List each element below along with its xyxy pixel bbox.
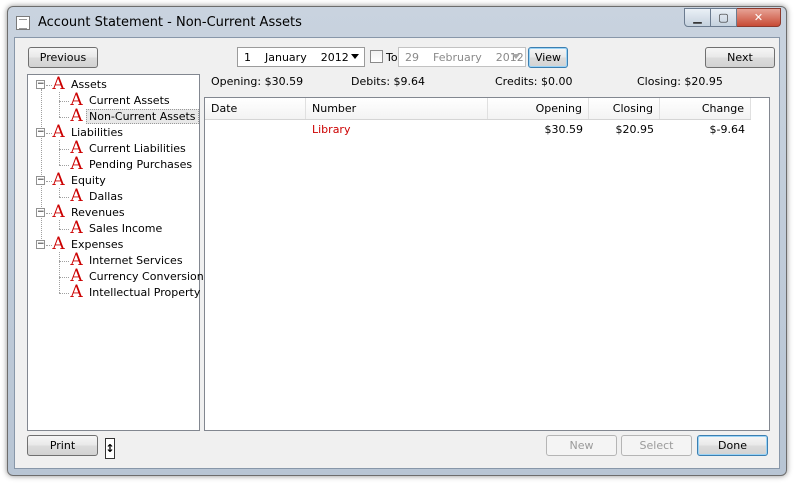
account-icon: A xyxy=(52,122,65,142)
maximize-icon: ▢ xyxy=(718,11,729,24)
select-button[interactable]: Select xyxy=(621,435,692,456)
maximize-button[interactable]: ▢ xyxy=(711,8,737,27)
print-button[interactable]: Print xyxy=(27,435,98,456)
view-button-label: View xyxy=(534,51,562,64)
from-year: 2012 xyxy=(320,50,349,64)
summary-credits: Credits: $0.00 xyxy=(495,75,573,88)
column-header-opening[interactable]: Opening xyxy=(488,98,589,119)
to-month: February xyxy=(433,50,482,64)
tree-item-sales-income[interactable]: A Sales Income xyxy=(70,218,162,238)
collapse-icon[interactable]: − xyxy=(36,80,45,89)
tree-item-current-assets[interactable]: A Current Assets xyxy=(70,92,169,109)
from-date-picker[interactable]: 1 January 2012 xyxy=(237,47,365,67)
cell-opening: $30.59 xyxy=(544,123,584,136)
account-icon: A xyxy=(52,170,65,190)
chevron-down-icon xyxy=(512,54,520,59)
to-date-checkbox[interactable] xyxy=(370,50,383,63)
to-day: 29 xyxy=(405,50,419,64)
column-header-change[interactable]: Change xyxy=(660,98,751,119)
sort-icon[interactable]: ↕ xyxy=(105,438,115,459)
from-day: 1 xyxy=(244,50,251,64)
previous-button-label: Previous xyxy=(39,51,87,64)
tree-item-non-current-assets[interactable]: A Non-Current Assets xyxy=(70,106,199,126)
minimize-button[interactable]: ▁ xyxy=(684,8,711,27)
transactions-table[interactable]: Date Number Opening Closing Change Libra… xyxy=(204,97,770,431)
caption-buttons: ▁ ▢ ✕ xyxy=(684,8,781,28)
new-button-label: New xyxy=(569,439,594,452)
cell-date xyxy=(205,121,306,139)
tree-item-currency-conversion[interactable]: A Currency Conversion xyxy=(70,268,203,285)
tree-item-revenues[interactable]: A Revenues xyxy=(52,202,124,222)
tree-item-intellectual-property[interactable]: A Intellectual Property xyxy=(70,282,200,302)
tree-item-dallas[interactable]: A Dallas xyxy=(70,186,122,206)
column-header-date[interactable]: Date xyxy=(205,98,306,119)
summary-opening: Opening: $30.59 xyxy=(211,75,304,88)
select-button-label: Select xyxy=(639,439,674,452)
next-button-label: Next xyxy=(727,51,753,64)
chevron-down-icon xyxy=(351,54,359,59)
account-statement-window: Account Statement - Non-Current Assets ▁… xyxy=(7,6,787,476)
tree-item-current-liabilities[interactable]: A Current Liabilities xyxy=(70,140,185,157)
collapse-icon[interactable]: − xyxy=(36,176,45,185)
close-button[interactable]: ✕ xyxy=(737,8,781,27)
window-title: Account Statement - Non-Current Assets xyxy=(38,15,302,30)
table-header: Date Number Opening Closing Change xyxy=(205,98,751,120)
next-button[interactable]: Next xyxy=(705,47,775,68)
title-bar[interactable]: Account Statement - Non-Current Assets ▁… xyxy=(8,7,786,37)
to-date-picker[interactable]: 29 February 2012 xyxy=(398,47,526,67)
minimize-icon: ▁ xyxy=(693,11,702,24)
account-icon: A xyxy=(52,202,65,222)
new-button[interactable]: New xyxy=(546,435,617,456)
previous-button[interactable]: Previous xyxy=(28,47,98,68)
print-button-label: Print xyxy=(49,439,76,452)
account-icon: A xyxy=(52,234,65,254)
account-icon: A xyxy=(70,186,83,206)
collapse-icon[interactable]: − xyxy=(36,128,45,137)
account-icon: A xyxy=(70,154,83,174)
account-icon: A xyxy=(70,218,83,238)
account-icon: A xyxy=(70,282,83,302)
table-row[interactable]: Library $30.59 $20.95 $-9.64 xyxy=(205,121,751,139)
tree-item-pending-purchases[interactable]: A Pending Purchases xyxy=(70,154,192,174)
cell-change: $-9.64 xyxy=(709,123,745,136)
tree-connector xyxy=(41,89,42,249)
cell-number-link[interactable]: Library xyxy=(306,121,488,139)
tree-item-liabilities[interactable]: A Liabilities xyxy=(52,122,123,142)
tree-item-internet-services[interactable]: A Internet Services xyxy=(70,252,182,269)
done-button-label: Done xyxy=(718,439,747,452)
tree-item-expenses[interactable]: A Expenses xyxy=(52,234,123,254)
view-button[interactable]: View xyxy=(528,47,568,68)
window-icon xyxy=(16,16,30,30)
column-header-number[interactable]: Number xyxy=(306,98,488,119)
summary-debits: Debits: $9.64 xyxy=(351,75,426,88)
done-button[interactable]: Done xyxy=(697,435,768,456)
collapse-icon[interactable]: − xyxy=(36,208,45,217)
to-label: To xyxy=(386,51,398,64)
account-icon: A xyxy=(70,106,83,126)
account-tree[interactable]: − A Assets A Current Assets A Non-Curren… xyxy=(27,74,204,431)
column-header-closing[interactable]: Closing xyxy=(589,98,660,119)
collapse-icon[interactable]: − xyxy=(36,240,45,249)
from-month: January xyxy=(265,50,307,64)
cell-closing: $20.95 xyxy=(615,123,655,136)
summary-closing: Closing: $20.95 xyxy=(637,75,723,88)
account-icon: A xyxy=(52,74,65,94)
close-icon: ✕ xyxy=(753,11,764,24)
